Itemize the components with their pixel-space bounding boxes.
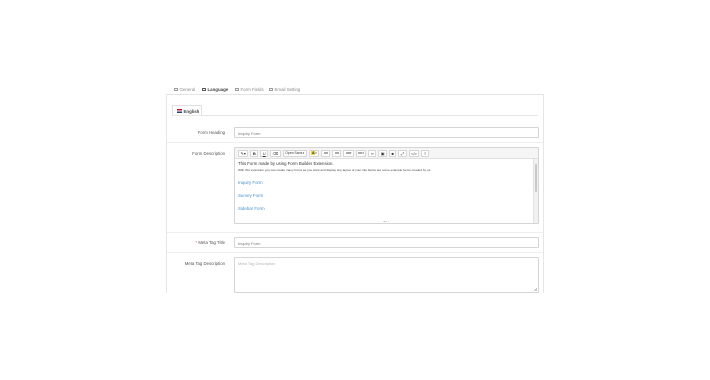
table-button[interactable]: ▾ bbox=[355, 149, 367, 157]
image-icon: ▣ bbox=[380, 150, 385, 156]
form-heading-input[interactable]: Inquiry Form bbox=[234, 127, 539, 138]
form-heading-label: Form Heading bbox=[197, 130, 225, 135]
language-tab-divider bbox=[172, 115, 538, 116]
row-divider bbox=[167, 252, 543, 253]
editor-content[interactable]: This Form made by using Form Builder Ext… bbox=[238, 161, 531, 211]
uk-flag-icon bbox=[177, 109, 182, 113]
tab-form-fields-label: Form Fields bbox=[240, 87, 264, 92]
tab-general-label: General bbox=[179, 87, 196, 92]
tab-form-fields[interactable]: Form Fields bbox=[235, 87, 264, 92]
editor-content-description: With this extension you can create many … bbox=[238, 168, 432, 172]
chevron-down-icon: ▾ bbox=[315, 151, 317, 155]
survey-form-link[interactable]: Survey Form bbox=[238, 193, 531, 198]
cog-icon bbox=[174, 87, 178, 92]
editor-scrollbar-thumb[interactable] bbox=[535, 164, 537, 192]
unordered-list-button[interactable] bbox=[321, 149, 331, 157]
link-icon: ∞ bbox=[370, 150, 374, 156]
editor-scrollbar[interactable] bbox=[533, 159, 538, 223]
editor-toolbar: ✎▾ B U ⌫ Open Sans ▾ A ▾ ▾ ▾ ∞ ▣ ■ ⤢ </> ? bbox=[235, 148, 538, 159]
ordered-list-button[interactable] bbox=[332, 149, 342, 157]
tab-general[interactable]: General bbox=[174, 87, 195, 92]
form-description-editor[interactable]: ✎▾ B U ⌫ Open Sans ▾ A ▾ ▾ ▾ ∞ ▣ ■ ⤢ </> ?… bbox=[234, 147, 539, 224]
eraser-button[interactable]: ⌫ bbox=[270, 149, 281, 157]
tab-language[interactable]: Language bbox=[202, 87, 228, 92]
magic-wand-button[interactable]: ✎▾ bbox=[238, 149, 249, 157]
chevron-down-icon: ▾ bbox=[362, 151, 364, 155]
help-button[interactable]: ? bbox=[421, 149, 429, 157]
tab-language-label: Language bbox=[207, 87, 229, 92]
meta-title-input[interactable]: Inquiry Form bbox=[234, 237, 539, 248]
code-view-button[interactable]: </> bbox=[408, 149, 420, 157]
bold-button[interactable]: B bbox=[250, 149, 259, 157]
chevron-down-icon: ▾ bbox=[349, 151, 352, 155]
editor-resize-handle[interactable] bbox=[383, 220, 389, 222]
underline-button[interactable]: U bbox=[260, 149, 269, 157]
list-icon bbox=[235, 87, 239, 92]
magic-wand-icon: ✎▾ bbox=[240, 150, 246, 156]
tab-email-setting[interactable]: Email Setting bbox=[269, 87, 300, 92]
flag-icon bbox=[202, 87, 206, 92]
video-icon: ■ bbox=[391, 150, 394, 156]
row-divider bbox=[167, 232, 543, 233]
meta-title-label-text: Meta Tag Title bbox=[198, 240, 225, 245]
unordered-list-icon bbox=[323, 151, 328, 155]
highlight-color-button[interactable]: A ▾ bbox=[308, 149, 320, 157]
chevron-down-icon: ▾ bbox=[302, 151, 305, 155]
envelope-icon bbox=[269, 87, 273, 92]
required-marker: * bbox=[195, 240, 198, 245]
meta-description-placeholder: Meta Tag Description bbox=[238, 261, 276, 266]
main-tabs: General Language Form Fields Email Setti… bbox=[166, 86, 544, 95]
fullscreen-button[interactable]: ⤢ bbox=[398, 149, 407, 157]
font-family-value: Open Sans bbox=[285, 151, 303, 155]
paragraph-align-button[interactable]: ▾ bbox=[343, 149, 354, 157]
language-tab-label: English bbox=[183, 108, 200, 114]
tab-email-setting-label: Email Setting bbox=[274, 87, 301, 92]
meta-description-label: Meta Tag Description bbox=[184, 261, 225, 266]
sidebar-form-link[interactable]: Sidebar Form bbox=[238, 206, 531, 211]
ordered-list-icon bbox=[334, 151, 339, 155]
image-button[interactable]: ▣ bbox=[378, 149, 387, 157]
font-family-select[interactable]: Open Sans ▾ bbox=[282, 149, 307, 157]
fullscreen-icon: ⤢ bbox=[400, 150, 405, 156]
textarea-resize-grip-icon[interactable] bbox=[534, 288, 537, 291]
language-panel: English Form Heading Inquiry Form Form D… bbox=[166, 95, 544, 293]
inquiry-form-link[interactable]: Inquiry Form bbox=[238, 180, 531, 185]
form-description-label: Form Description bbox=[192, 151, 225, 156]
video-button[interactable]: ■ bbox=[388, 149, 397, 157]
meta-title-label: * Meta Tag Title bbox=[167, 240, 225, 245]
eraser-icon: ⌫ bbox=[272, 150, 279, 156]
editor-content-title: This Form made by using Form Builder Ext… bbox=[238, 161, 334, 166]
meta-description-textarea[interactable]: Meta Tag Description bbox=[234, 257, 539, 293]
row-divider bbox=[167, 142, 543, 143]
link-button[interactable]: ∞ bbox=[368, 149, 377, 157]
